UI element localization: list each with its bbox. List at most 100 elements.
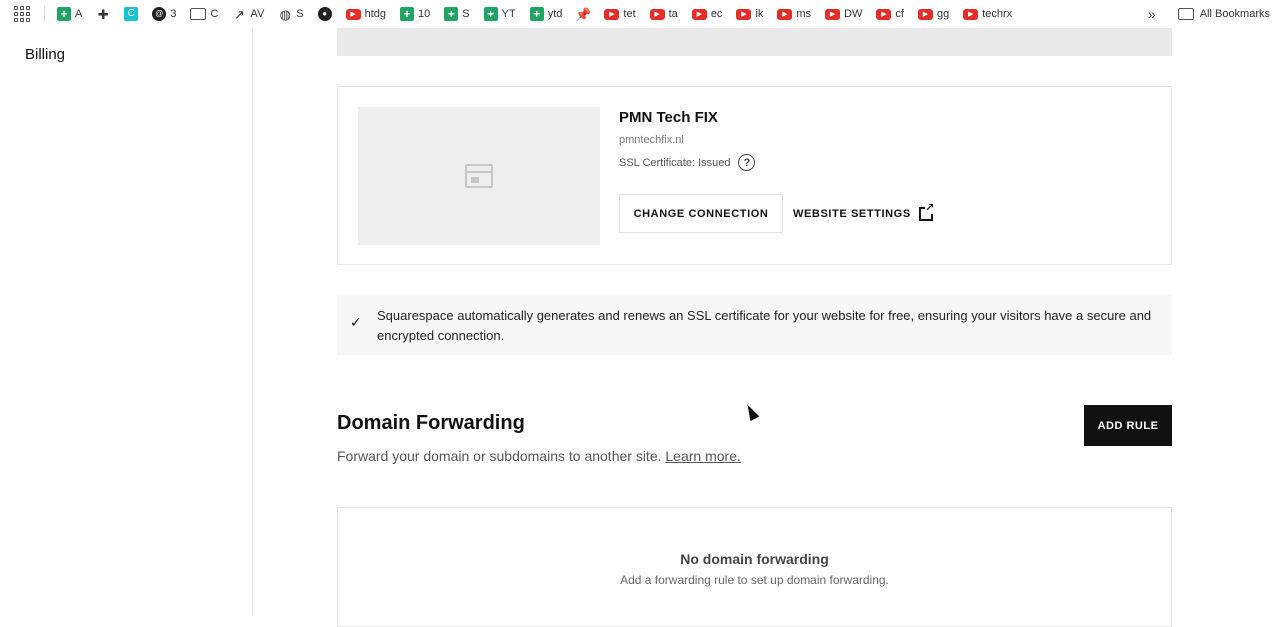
sheets-icon: + xyxy=(444,7,459,21)
bookmark-item[interactable]: + YT xyxy=(483,7,516,21)
bookmark-item[interactable]: 📌 xyxy=(575,6,592,22)
sidebar-item-billing[interactable]: Billing xyxy=(25,46,65,63)
youtube-icon: ▶ xyxy=(876,8,892,20)
bookmarks-bar: + A ✚ C @3 C ↗ AV ◍ S ● ▶ htdg +10 + S + YT + ytd 📌 ▶ tet ▶ ta ▶ e… xyxy=(0,0,1280,28)
website-settings-button[interactable]: WEBSITE SETTINGS xyxy=(793,194,935,233)
bookmark-label: htdg xyxy=(364,8,387,20)
bookmark-item[interactable]: C xyxy=(124,7,139,21)
folder-icon xyxy=(190,8,207,20)
bookmark-item[interactable]: ▶ ec xyxy=(691,8,723,20)
empty-state-title: No domain forwarding xyxy=(680,551,829,567)
bookmark-label: YT xyxy=(501,8,516,20)
more-bookmarks-icon[interactable]: » xyxy=(1148,6,1156,22)
bookmark-label: S xyxy=(462,8,470,20)
youtube-icon: ▶ xyxy=(825,8,841,20)
ssl-notice: ✓ Squarespace automatically generates an… xyxy=(337,295,1172,355)
github-icon: ● xyxy=(317,7,332,21)
globe-icon: ◍ xyxy=(279,6,291,22)
bookmark-item[interactable]: ▶ techrx xyxy=(963,8,1012,20)
website-thumbnail xyxy=(358,107,600,245)
bookmark-item[interactable]: ▶ gg xyxy=(917,8,950,20)
bookmark-item[interactable]: ▶ DW xyxy=(825,8,862,20)
mouse-cursor-icon xyxy=(743,402,760,422)
bookmarks-divider xyxy=(44,6,45,22)
bookmark-item[interactable]: ▶ tet xyxy=(604,8,636,20)
previous-section-bar xyxy=(337,28,1172,56)
youtube-icon: ▶ xyxy=(691,8,707,20)
sheets-icon: + xyxy=(57,7,71,21)
all-bookmarks-label: All Bookmarks xyxy=(1199,8,1270,20)
bookmark-label: tet xyxy=(623,8,636,20)
bookmark-item[interactable]: ▶ ik xyxy=(736,8,763,20)
connected-website-card: PMN Tech FIX pmntechfix.nl SSL Certifica… xyxy=(337,86,1172,265)
sheets-icon: + xyxy=(529,7,544,21)
apps-grid-icon[interactable] xyxy=(14,6,30,22)
youtube-icon: ▶ xyxy=(345,8,361,20)
bookmark-item[interactable]: ▶ htdg xyxy=(345,8,387,20)
bookmark-label: AV xyxy=(250,8,265,20)
youtube-icon: ▶ xyxy=(777,8,793,20)
bookmark-item[interactable]: ● xyxy=(317,7,332,21)
bookmark-label: ytd xyxy=(547,8,563,20)
bookmark-item[interactable]: ◍ S xyxy=(278,6,304,22)
bookmark-label: A xyxy=(75,8,83,20)
bookmark-label: ta xyxy=(668,8,678,20)
bookmark-list: + A ✚ C @3 C ↗ AV ◍ S ● ▶ htdg +10 + S + YT + ytd 📌 ▶ tet ▶ ta ▶ e… xyxy=(57,7,1026,21)
sheets-icon: + xyxy=(400,7,415,21)
puzzle-icon: ✚ xyxy=(97,6,109,22)
domain-forwarding-description: Forward your domain or subdomains to ano… xyxy=(337,448,741,464)
youtube-icon: ▶ xyxy=(963,8,979,20)
ssl-status-label: SSL Certificate: Issued xyxy=(619,156,731,169)
youtube-icon: ▶ xyxy=(736,8,752,20)
site-title: PMN Tech FIX xyxy=(619,109,718,126)
external-link-icon xyxy=(918,202,935,221)
bookmark-label: S xyxy=(296,8,304,20)
checkmark-icon: ✓ xyxy=(350,314,362,330)
cyan-app-icon: C xyxy=(124,7,139,21)
threads-icon: @ xyxy=(152,7,167,21)
bookmark-label: techrx xyxy=(982,8,1013,20)
change-connection-button[interactable]: CHANGE CONNECTION xyxy=(619,194,783,233)
bookmark-item[interactable]: ▶ ms xyxy=(777,8,811,20)
help-icon[interactable]: ? xyxy=(738,154,756,171)
bookmark-label: ec xyxy=(710,8,723,20)
forwarding-description-text: Forward your domain or subdomains to ano… xyxy=(337,448,662,464)
sheets-icon: + xyxy=(483,7,498,21)
learn-more-link[interactable]: Learn more. xyxy=(665,448,740,464)
bookmark-label: gg xyxy=(936,8,950,20)
ssl-status: SSL Certificate: Issued ? xyxy=(619,154,756,171)
bookmark-label: cf xyxy=(895,8,904,20)
pin-icon: 📌 xyxy=(575,6,592,22)
bookmark-item[interactable]: ↗ AV xyxy=(232,7,264,21)
bookmark-item[interactable]: +10 xyxy=(400,7,430,21)
ssl-notice-text: Squarespace automatically generates and … xyxy=(377,308,1152,343)
folder-icon xyxy=(1177,8,1194,20)
bookmark-label: ik xyxy=(755,8,764,20)
bookmark-item[interactable]: C xyxy=(190,8,218,20)
sidebar: Billing xyxy=(0,28,253,616)
bookmark-item[interactable]: + ytd xyxy=(529,7,563,21)
bookmark-label: C xyxy=(210,8,219,20)
youtube-icon: ▶ xyxy=(604,8,620,20)
trend-icon: ↗ xyxy=(233,6,245,22)
domain-forwarding-title: Domain Forwarding xyxy=(337,412,525,434)
forwarding-empty-state: No domain forwarding Add a forwarding ru… xyxy=(337,507,1172,627)
bookmark-item[interactable]: ▶ cf xyxy=(876,8,904,20)
youtube-icon: ▶ xyxy=(917,8,933,20)
bookmark-item[interactable]: ▶ ta xyxy=(649,8,678,20)
bookmark-item[interactable]: ✚ xyxy=(96,7,110,21)
youtube-icon: ▶ xyxy=(649,8,665,20)
site-url: pmntechfix.nl xyxy=(619,134,684,146)
website-placeholder-icon xyxy=(465,164,493,188)
bookmark-label: ms xyxy=(796,8,812,20)
empty-state-subtitle: Add a forwarding rule to set up domain f… xyxy=(620,573,889,587)
bookmark-label: 10 xyxy=(418,8,431,20)
bookmark-item[interactable]: + A xyxy=(57,7,82,21)
add-rule-button[interactable]: ADD RULE xyxy=(1084,405,1172,446)
all-bookmarks-button[interactable]: All Bookmarks xyxy=(1177,8,1270,20)
bookmark-label: 3 xyxy=(170,8,177,20)
bookmark-label: DW xyxy=(844,8,863,20)
website-settings-label: WEBSITE SETTINGS xyxy=(793,207,911,220)
bookmark-item[interactable]: @3 xyxy=(152,7,176,21)
bookmark-item[interactable]: + S xyxy=(444,7,470,21)
